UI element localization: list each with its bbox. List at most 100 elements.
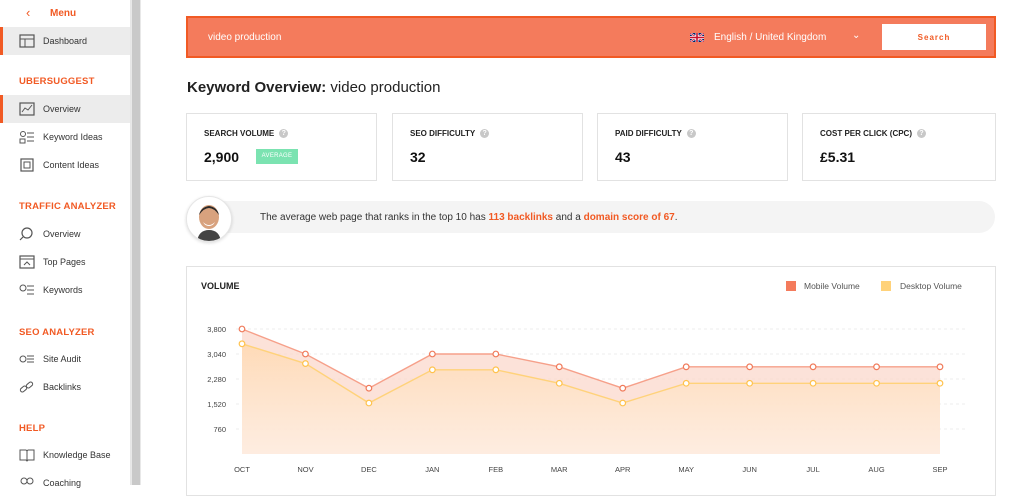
content-icon [20,158,34,172]
sidebar-item-label: Keyword Ideas [43,132,103,142]
uk-flag-icon [690,33,704,42]
sidebar-item-knowledge-base[interactable]: Knowledge Base [0,441,130,469]
tip-domain-score: domain score of 67 [583,212,675,223]
title-keyword: video production [330,79,441,96]
x-tick-label: SEP [932,465,947,474]
menu-toggle[interactable]: ‹ Menu [0,0,130,26]
mobile-volume-point [492,350,500,358]
search-input[interactable]: video production [208,32,281,43]
legend-mobile-swatch[interactable] [786,281,796,291]
tip-suffix: . [674,212,678,223]
search-bar: video production English / United Kingdo… [186,16,996,58]
desktop-volume-point [746,379,754,387]
mobile-volume-point [302,350,309,358]
title-prefix: Keyword Overview: [187,79,327,96]
x-tick-label: NOV [297,465,313,474]
sidebar: ‹ Menu Dashboard UBERSUGGEST Overview Ke… [0,0,131,488]
legend-mobile-label[interactable]: Mobile Volume [804,281,860,291]
coaching-icon [20,477,34,485]
metric-card-search-volume: SEARCH VOLUME? 2,900 AVERAGE [186,113,377,181]
metric-label: SEO DIFFICULTY [410,129,476,138]
sidebar-item-label: Overview [43,104,81,114]
mobile-volume-point [365,384,373,392]
x-tick-label: OCT [234,465,250,474]
desktop-volume-point [809,379,817,387]
x-tick-label: MAY [678,465,694,474]
sidebar-item-label: Overview [43,229,81,239]
sidebar-item-traffic-overview[interactable]: Overview [0,220,130,248]
section-traffic-analyzer: TRAFFIC ANALYZER [19,201,116,212]
keyword-search-icon [19,284,34,295]
sidebar-item-label: Dashboard [43,36,88,46]
help-icon[interactable]: ? [686,129,696,139]
help-icon[interactable]: ? [917,129,926,139]
metric-card-paid-difficulty: PAID DIFFICULTY? 43 [597,113,788,181]
sidebar-item-label: Site Audit [43,354,82,364]
tip-text: The average web page that ranks in the t… [260,212,678,223]
y-tick-label: 2,280 [207,375,226,384]
sidebar-item-site-audit[interactable]: Site Audit [0,345,130,373]
language-select[interactable]: English / United Kingdom [714,32,826,43]
book-icon [19,449,35,462]
mobile-volume-point [555,363,563,371]
y-tick-label: 1,520 [207,400,226,409]
volume-chart: 3,800 3,040 2,280 1,520 760 OCT NOV DEC JAN FEB MA… [207,325,966,474]
desktop-volume-point [492,366,500,374]
sidebar-item-label: Content Ideas [43,160,100,170]
desktop-volume-point [302,360,309,367]
x-tick-label: AUG [868,465,884,474]
sidebar-scrollbar[interactable] [131,0,141,485]
legend-desktop-label[interactable]: Desktop Volume [900,281,962,291]
tip-backlinks: 113 backlinks [488,212,554,223]
audit-icon [19,355,34,363]
metric-label: PAID DIFFICULTY [615,129,682,138]
metric-label: SEARCH VOLUME [204,129,275,138]
desktop-volume-point [873,379,880,387]
sidebar-item-dashboard[interactable]: Dashboard [0,27,130,55]
sidebar-item-content-ideas[interactable]: Content Ideas [0,151,130,179]
sidebar-item-label: Keywords [43,285,83,295]
page-icon [19,255,35,269]
mobile-volume-point [238,325,246,333]
metric-label: COST PER CLICK (CPC) [820,129,912,138]
mobile-volume-point [619,384,627,392]
x-tick-label: JUN [742,465,757,474]
mobile-volume-point [428,350,436,358]
desktop-volume-point [555,379,563,387]
menu-label: Menu [50,8,77,19]
keyword-list-icon [19,131,34,144]
dashboard-icon [19,34,35,48]
mobile-volume-point [936,363,944,371]
chevron-down-icon[interactable]: ⌄ [852,30,860,41]
sidebar-item-top-pages[interactable]: Top Pages [0,248,130,276]
legend-desktop-swatch[interactable] [881,281,891,291]
sidebar-item-keywords[interactable]: Keywords [0,276,130,304]
page-title: Keyword Overview: video production [187,79,440,96]
sidebar-item-label: Backlinks [43,382,82,392]
desktop-volume-point [682,379,690,387]
x-tick-label: DEC [361,465,377,474]
metric-value: 43 [615,149,631,165]
chart-title: VOLUME [201,281,240,291]
help-icon[interactable]: ? [279,129,289,139]
metric-value: 32 [410,149,426,165]
desktop-volume-point [619,399,627,407]
sidebar-item-overview[interactable]: Overview [0,95,130,123]
sidebar-item-label: Coaching [43,478,82,488]
metric-card-seo-difficulty: SEO DIFFICULTY? 32 [392,113,583,181]
mobile-volume-point [873,363,880,371]
avatar-portrait [187,197,231,241]
y-tick-label: 3,800 [207,325,226,334]
help-icon[interactable]: ? [480,129,490,139]
y-tick-label: 760 [213,425,226,434]
scrollbar-thumb[interactable] [132,0,140,485]
search-button[interactable]: Search [882,24,986,50]
section-help: HELP [19,423,46,434]
sidebar-item-coaching[interactable]: Coaching [0,469,130,497]
magnifier-icon [19,227,33,241]
x-tick-label: MAR [551,465,568,474]
sidebar-item-backlinks[interactable]: Backlinks [0,373,130,401]
sidebar-item-keyword-ideas[interactable]: Keyword Ideas [0,123,130,151]
mobile-volume-point [809,363,817,371]
x-tick-label: APR [615,465,631,474]
